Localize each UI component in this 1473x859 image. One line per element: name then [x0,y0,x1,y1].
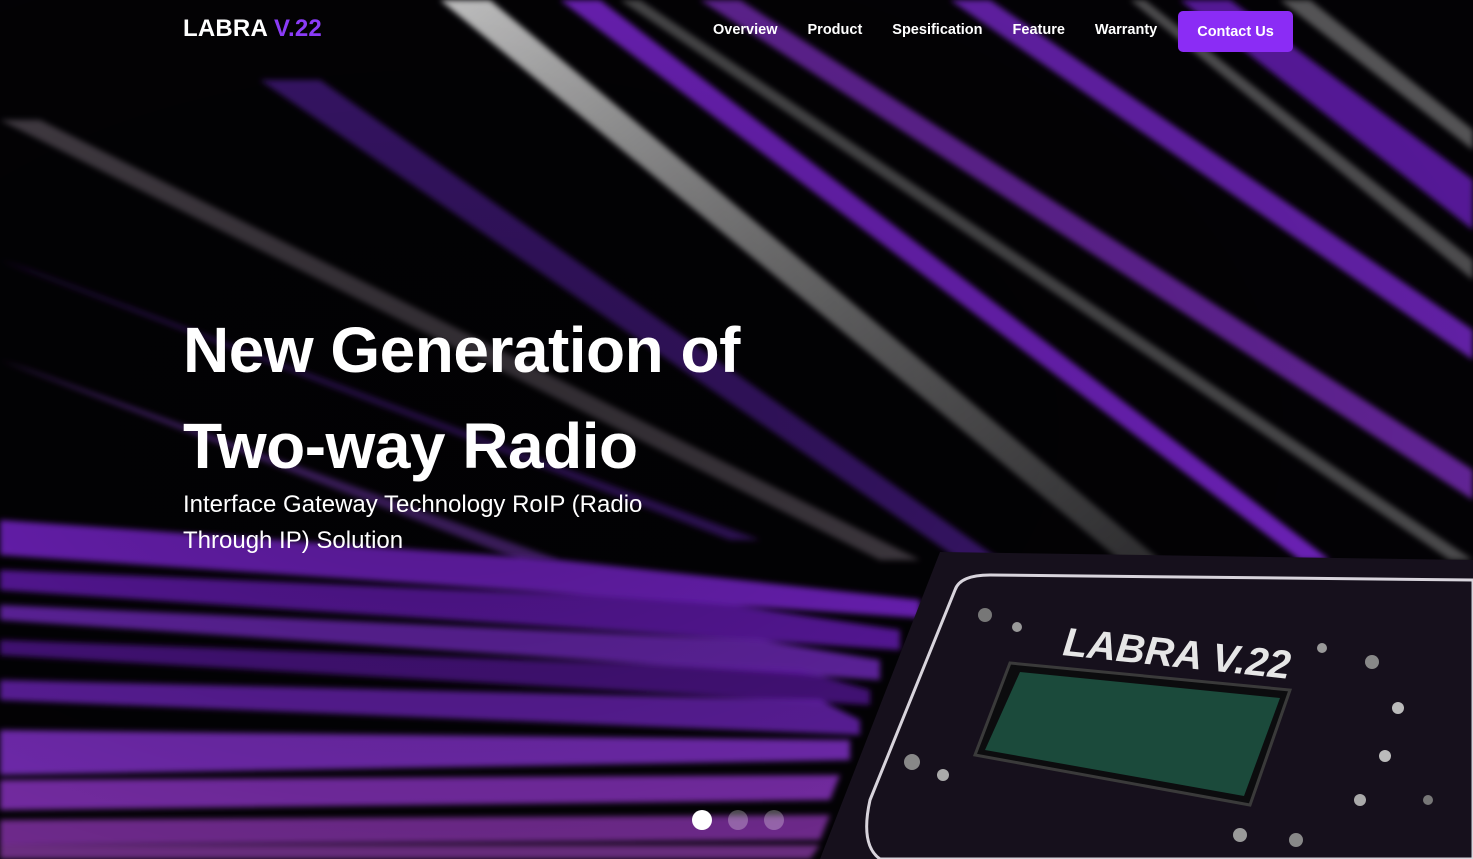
nav-links: Overview Product Spesification Feature W… [698,22,1172,38]
brand-version: V.22 [273,15,322,42]
carousel-dot-2[interactable] [728,810,748,830]
carousel-pagination [692,810,784,830]
nav-link-warranty[interactable]: Warranty [1080,22,1172,38]
nav-link-feature[interactable]: Feature [998,22,1080,38]
nav-link-product[interactable]: Product [793,22,878,38]
hero-section: LABRA V.22 LABRA V.22 Overview Product S… [0,0,1473,859]
hero-subheadline: Interface Gateway Technology RoIP (Radio… [183,491,643,554]
brand-name: LABRA [183,15,268,42]
top-navigation: LABRA V.22 Overview Product Spesificatio… [0,0,1473,64]
hero-headline: New Generation of Two-way Radio [183,314,740,482]
nav-link-specification[interactable]: Spesification [877,22,997,38]
carousel-dot-1[interactable] [692,810,712,830]
nav-link-overview[interactable]: Overview [698,22,793,38]
contact-us-button[interactable]: Contact Us [1178,11,1293,52]
brand-logo[interactable]: LABRA V.22 [183,15,322,43]
carousel-dot-3[interactable] [764,810,784,830]
